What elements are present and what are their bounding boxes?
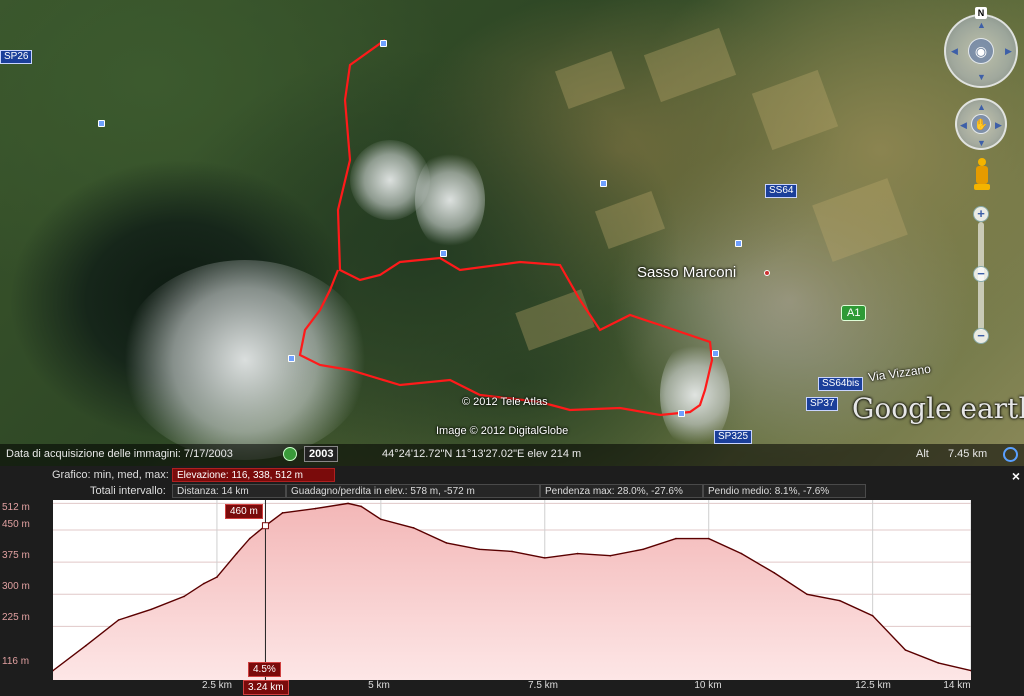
- elevation-point: [347, 502, 349, 505]
- eye-icon[interactable]: ◉: [968, 38, 994, 64]
- elevation-point: [203, 582, 205, 585]
- elevation-point: [235, 552, 238, 555]
- cursor-elevation-tag: 460 m: [225, 504, 263, 519]
- elevation-point: [904, 649, 907, 651]
- elevation-point: [839, 599, 841, 602]
- look-joystick[interactable]: ▲ ▼ ◀ ▶ ◉: [944, 14, 1018, 88]
- poi-marker[interactable]: [735, 240, 742, 247]
- cursor-coordinates: 44°24'12.72"N 11°13'27.02"E elev 214 m: [382, 448, 582, 460]
- move-joystick[interactable]: ▲ ▼ ◀ ▶ ✋: [955, 98, 1007, 150]
- totals-label: Totali intervallo:: [90, 485, 166, 497]
- elevation-chart[interactable]: [53, 500, 971, 680]
- elevation-point: [84, 644, 87, 647]
- imagery-year[interactable]: 2003: [304, 446, 339, 462]
- avg-slope-stat[interactable]: Pendio medio: 8.1%, -7.6%: [703, 484, 866, 498]
- elevation-point: [740, 552, 743, 555]
- elevation-point: [773, 572, 776, 574]
- elevation-point: [248, 537, 251, 540]
- copyright-tele-atlas: © 2012 Tele Atlas: [462, 396, 548, 408]
- y-tick-label: 300 m: [2, 581, 30, 592]
- zoom-out-button[interactable]: −: [973, 328, 989, 344]
- y-tick-label: 450 m: [2, 519, 30, 530]
- elevation-point: [609, 554, 612, 557]
- elevation-point: [412, 527, 415, 529]
- x-tick-label: 14 km: [943, 680, 971, 691]
- elevation-point: [707, 537, 710, 540]
- x-tick-label: 7.5 km: [527, 680, 558, 691]
- zoom-in-button[interactable]: +: [973, 206, 989, 222]
- imagery-date: Data di acquisizione delle immagini: 7/1…: [6, 448, 233, 460]
- altitude-label: Alt: [916, 448, 929, 460]
- x-tick-label: 10 km: [694, 680, 722, 691]
- elevation-point: [380, 518, 382, 521]
- elevation-point: [543, 557, 546, 559]
- zoom-slider-handle[interactable]: −: [973, 266, 989, 282]
- altitude-value: 7.45 km: [948, 448, 988, 460]
- map-view[interactable]: SP26 SS64 SS64bis SP37 SP325 Via Vizzano…: [0, 0, 1024, 466]
- copyright-digitalglobe: Image © 2012 DigitalGlobe: [436, 425, 569, 437]
- elevation-point: [871, 614, 874, 617]
- elevation-point: [183, 595, 185, 598]
- y-tick-label: 375 m: [2, 550, 30, 561]
- elevation-point: [576, 552, 579, 555]
- compass-north-label[interactable]: N: [975, 7, 987, 19]
- cursor-distance-tag: 3.24 km: [243, 680, 289, 695]
- elevation-point: [806, 593, 808, 596]
- y-tick-label: 512 m: [2, 502, 30, 513]
- street-view-pegman-icon[interactable]: [974, 158, 990, 192]
- google-earth-logo: Google earth: [852, 392, 1024, 425]
- y-tick-label: 116 m: [2, 656, 30, 667]
- elevation-point: [937, 662, 940, 664]
- elevation-point: [511, 550, 513, 553]
- elevation-point: [117, 619, 120, 621]
- poi-marker[interactable]: [600, 180, 607, 187]
- status-indicator-icon: [1003, 447, 1018, 462]
- elevation-point: [216, 576, 218, 578]
- map-status-bar: Data di acquisizione delle immagini: 7/1…: [0, 444, 1024, 466]
- place-label-sasso-marconi[interactable]: Sasso Marconi: [637, 264, 736, 281]
- highway-a1-badge: A1: [841, 305, 867, 321]
- distance-stat[interactable]: Distanza: 14 km: [172, 484, 286, 498]
- cursor-slope-tag: 4.5%: [248, 662, 281, 677]
- elevation-stat[interactable]: Elevazione: 116, 338, 512 m: [172, 468, 335, 482]
- poi-marker[interactable]: [380, 40, 387, 47]
- place-dot: [764, 270, 770, 276]
- elevation-point: [314, 507, 317, 510]
- max-slope-stat[interactable]: Pendenza max: 28.0%, -27.6%: [540, 484, 703, 498]
- road-label-sp325: SP325: [714, 430, 753, 444]
- historical-imagery-clock-icon[interactable]: [283, 447, 297, 461]
- elevation-profile-panel: Grafico: min, med, max: Elevazione: 116,…: [0, 466, 1024, 696]
- poi-marker[interactable]: [288, 355, 295, 362]
- hand-icon[interactable]: ✋: [971, 114, 991, 134]
- road-label-sp37: SP37: [806, 397, 839, 411]
- x-tick-label: 2.5 km: [201, 680, 232, 691]
- road-label-sp26: SP26: [0, 50, 33, 64]
- elevation-point: [445, 542, 448, 544]
- cursor-marker: [261, 522, 269, 530]
- x-tick-label: 12.5 km: [855, 680, 891, 691]
- poi-marker[interactable]: [678, 410, 685, 417]
- poi-marker[interactable]: [440, 250, 447, 257]
- poi-marker[interactable]: [98, 120, 105, 127]
- graph-label: Grafico: min, med, max:: [52, 469, 169, 481]
- gain-loss-stat[interactable]: Guadagno/perdita in elev.: 578 m, -572 m: [286, 484, 540, 498]
- close-panel-button[interactable]: ×: [1012, 468, 1020, 484]
- x-tick-label: 5 km: [368, 680, 390, 691]
- poi-marker[interactable]: [712, 350, 719, 357]
- elevation-point: [642, 548, 644, 551]
- elevation-point: [360, 505, 362, 508]
- elevation-point: [675, 537, 677, 540]
- elevation-point: [150, 608, 153, 611]
- elevation-point: [281, 512, 284, 514]
- road-label-ss64: SS64: [765, 184, 798, 198]
- road-label-ss64bis: SS64bis: [818, 377, 864, 391]
- y-tick-label: 225 m: [2, 612, 30, 623]
- elevation-point: [478, 548, 481, 551]
